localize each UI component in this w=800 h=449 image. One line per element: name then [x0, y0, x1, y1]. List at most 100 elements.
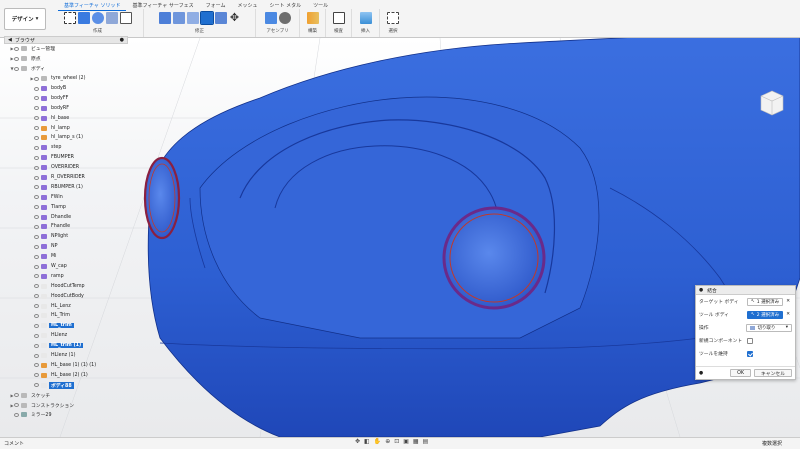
viewcube[interactable] — [757, 88, 787, 118]
visibility-icon[interactable] — [34, 126, 39, 131]
visibility-icon[interactable] — [34, 155, 39, 160]
browser-row[interactable]: ▶ コンストラクション — [4, 400, 128, 410]
browser-row[interactable]: HL_trim — [4, 321, 128, 331]
browser-row[interactable]: ▶ tyre_wheel (2) — [4, 74, 128, 84]
browser-row[interactable]: R_OVERRIDER — [4, 173, 128, 183]
visibility-icon[interactable] — [34, 165, 39, 170]
visibility-icon[interactable] — [34, 333, 39, 338]
group-insert[interactable]: 挿入 — [352, 9, 380, 37]
visibility-icon[interactable] — [34, 96, 39, 101]
visibility-icon[interactable] — [34, 76, 39, 81]
browser-row[interactable]: NP — [4, 242, 128, 252]
group-modify[interactable]: ✥ 修正 — [144, 9, 256, 37]
visibility-icon[interactable] — [34, 106, 39, 111]
visibility-icon[interactable] — [34, 353, 39, 358]
group-assembly[interactable]: アセンブリ — [256, 9, 300, 37]
browser-row[interactable]: step — [4, 143, 128, 153]
browser-row[interactable]: Fhandle — [4, 222, 128, 232]
visibility-icon[interactable] — [34, 205, 39, 210]
browser-row[interactable]: FWin — [4, 192, 128, 202]
new-component-checkbox[interactable] — [747, 337, 753, 344]
browser-row[interactable]: OVERRIDER — [4, 163, 128, 173]
browser-row[interactable]: hl_lamp_s (1) — [4, 133, 128, 143]
visibility-icon[interactable] — [14, 412, 19, 417]
orbit-icon[interactable]: ✥ — [355, 438, 360, 445]
group-create[interactable]: 作成 — [52, 9, 144, 37]
cancel-button[interactable]: キャンセル — [754, 369, 792, 377]
browser-row[interactable]: HLlenz (1) — [4, 351, 128, 361]
fit-icon[interactable]: ⊡ — [394, 438, 399, 445]
visibility-icon[interactable] — [34, 274, 39, 279]
visibility-icon[interactable] — [14, 46, 19, 51]
tool-clear-icon[interactable]: ✕ — [786, 312, 790, 317]
visibility-icon[interactable] — [34, 383, 39, 388]
visibility-icon[interactable] — [34, 313, 39, 318]
info-icon[interactable]: ● — [699, 371, 703, 376]
browser-row[interactable]: NPlight — [4, 232, 128, 242]
browser-row[interactable]: ▼ ボディ — [4, 64, 128, 74]
browser-row[interactable]: HLlenz — [4, 331, 128, 341]
right-headlight[interactable] — [442, 206, 546, 310]
visibility-icon[interactable] — [34, 264, 39, 269]
browser-row[interactable]: Tlamp — [4, 202, 128, 212]
browser-row[interactable]: hl_lamp — [4, 123, 128, 133]
tool-body-select[interactable]: ↖ 2 選択済み — [747, 310, 784, 319]
browser-row[interactable]: HoodCutBody — [4, 291, 128, 301]
plane-icon[interactable] — [306, 11, 319, 24]
look-at-icon[interactable]: ◧ — [364, 438, 370, 445]
left-headlight[interactable] — [143, 156, 181, 240]
browser-row[interactable]: W_cap — [4, 262, 128, 272]
group-construct[interactable]: 構築 — [300, 9, 326, 37]
pin-icon[interactable]: ● — [120, 37, 124, 43]
visibility-icon[interactable] — [34, 224, 39, 229]
browser-row[interactable]: HL_trim (1) — [4, 341, 128, 351]
combine-icon[interactable] — [199, 10, 214, 25]
visibility-icon[interactable] — [34, 185, 39, 190]
viewports-icon[interactable]: ▤ — [423, 438, 429, 445]
fillet-icon[interactable] — [172, 11, 185, 24]
browser-row[interactable]: ramp — [4, 271, 128, 281]
operation-dropdown[interactable]: 切り取り ▾ — [746, 323, 792, 332]
revolve-icon[interactable] — [91, 11, 104, 24]
visibility-icon[interactable] — [34, 234, 39, 239]
sketch-icon[interactable] — [63, 11, 76, 24]
shell-icon[interactable] — [214, 11, 227, 24]
design-workspace-button[interactable]: デザイン ▾ — [4, 8, 46, 30]
select-box-icon[interactable] — [387, 11, 399, 24]
browser-row[interactable]: HL_base (2) (1) — [4, 370, 128, 380]
collapse-icon[interactable]: ◀ — [8, 37, 12, 43]
visibility-icon[interactable] — [34, 135, 39, 140]
browser-row[interactable]: HL_Trim — [4, 311, 128, 321]
visibility-icon[interactable] — [34, 363, 39, 368]
browser-row[interactable]: ミラー29 — [4, 410, 128, 420]
browser-row[interactable]: Mi — [4, 252, 128, 262]
visibility-icon[interactable] — [34, 343, 39, 348]
visibility-icon[interactable] — [34, 215, 39, 220]
joint-icon[interactable] — [278, 11, 291, 24]
visibility-icon[interactable] — [34, 86, 39, 91]
ok-button[interactable]: OK — [730, 369, 751, 377]
insert-image-icon[interactable] — [359, 11, 372, 24]
browser-row[interactable]: ▶ ビュー管理 — [4, 44, 128, 54]
visibility-icon[interactable] — [34, 323, 39, 328]
dialog-header[interactable]: ● 結合 — [696, 286, 795, 295]
visibility-icon[interactable] — [34, 145, 39, 150]
display-settings-icon[interactable]: ▣ — [403, 438, 409, 445]
browser-row[interactable]: HoodCutTemp — [4, 281, 128, 291]
target-clear-icon[interactable]: ✕ — [786, 299, 790, 304]
visibility-icon[interactable] — [14, 403, 19, 407]
visibility-icon[interactable] — [34, 195, 39, 200]
visibility-icon[interactable] — [34, 254, 39, 259]
browser-row[interactable]: Dhandle — [4, 212, 128, 222]
visibility-icon[interactable] — [34, 284, 39, 289]
group-inspect[interactable]: 検査 — [326, 9, 352, 37]
target-body-select[interactable]: ↖ 1 選択済み — [747, 297, 784, 306]
visibility-icon[interactable] — [34, 244, 39, 249]
browser-row[interactable]: ボディ88 — [4, 380, 128, 390]
pan-icon[interactable]: ✋ — [374, 438, 381, 445]
visibility-icon[interactable] — [14, 66, 19, 71]
visibility-icon[interactable] — [14, 393, 19, 398]
browser-row[interactable]: hl_base — [4, 113, 128, 123]
group-select[interactable]: 選択 — [380, 9, 406, 37]
browser-row[interactable]: bodyFF — [4, 93, 128, 103]
